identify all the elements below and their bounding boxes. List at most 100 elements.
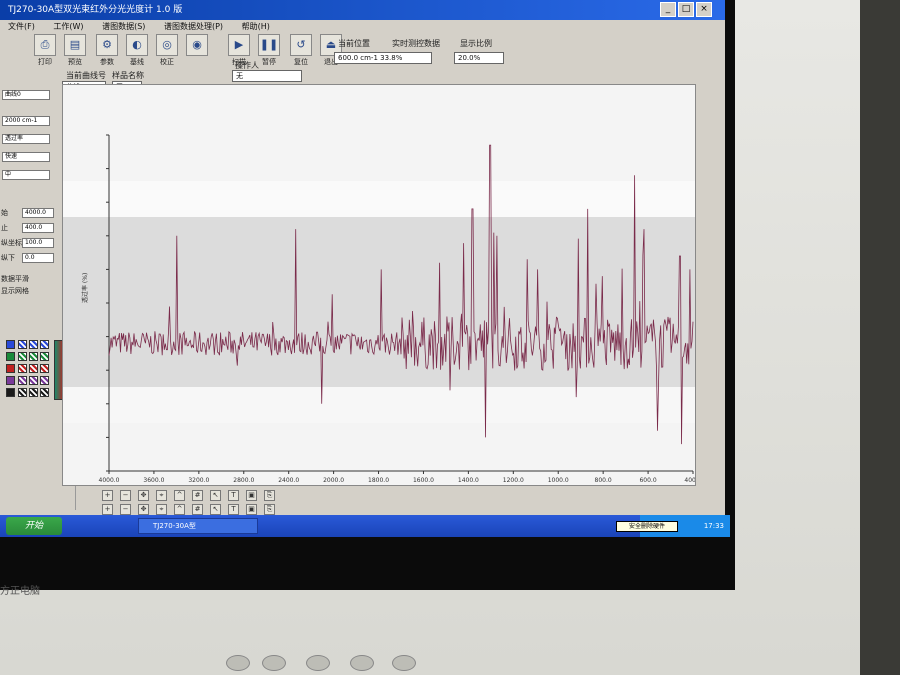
pattern-swatch[interactable] bbox=[29, 340, 38, 349]
menu-data-processing[interactable]: 谱图数据处理(P) bbox=[156, 20, 231, 34]
pan-icon[interactable]: ✥ bbox=[138, 490, 149, 501]
pattern-swatch[interactable] bbox=[40, 352, 49, 361]
preview-button[interactable]: ▤ bbox=[64, 34, 86, 56]
minimize-button[interactable]: _ bbox=[660, 2, 676, 17]
zoom-in-icon[interactable]: + bbox=[102, 490, 113, 501]
close-button[interactable]: × bbox=[696, 2, 712, 17]
monitor-button[interactable] bbox=[262, 655, 286, 671]
pattern-swatch[interactable] bbox=[29, 364, 38, 373]
copy-icon[interactable]: ⎘ bbox=[264, 490, 275, 501]
cursor-icon[interactable]: ↖ bbox=[210, 504, 221, 515]
zoom-in-icon[interactable]: + bbox=[102, 504, 113, 515]
pattern-swatch[interactable] bbox=[29, 388, 38, 397]
speed-select[interactable]: 快速 bbox=[2, 152, 50, 162]
color-swatch[interactable] bbox=[6, 340, 15, 349]
operator-select[interactable]: 无 bbox=[232, 70, 302, 82]
x-tick-label: 600.0 bbox=[639, 477, 656, 484]
monitor-button[interactable] bbox=[350, 655, 374, 671]
monitor-button[interactable] bbox=[306, 655, 330, 671]
reset-icon: ↺ bbox=[296, 38, 306, 51]
pattern-swatch[interactable] bbox=[18, 364, 27, 373]
tool-label: 参数 bbox=[100, 58, 114, 66]
y-upper-label: 纵坐标 bbox=[1, 239, 22, 247]
pan-icon[interactable]: ✥ bbox=[138, 504, 149, 515]
monitor-button[interactable] bbox=[226, 655, 250, 671]
start-field[interactable]: 4000.0 bbox=[22, 208, 54, 218]
scan-icon: ▶ bbox=[234, 38, 244, 51]
x-tick-label: 1200.0 bbox=[503, 477, 524, 484]
monitor-button[interactable] bbox=[392, 655, 416, 671]
pattern-swatch[interactable] bbox=[40, 364, 49, 373]
text-icon[interactable]: T bbox=[228, 490, 239, 501]
grid-icon[interactable]: # bbox=[192, 490, 203, 501]
curve-select[interactable]: 曲线0 bbox=[2, 90, 50, 100]
menu-help[interactable]: 帮助(H) bbox=[234, 20, 278, 34]
sample-label: 样品名称 bbox=[112, 71, 144, 80]
params-button[interactable]: ⚙ bbox=[96, 34, 118, 56]
pattern-swatch[interactable] bbox=[40, 340, 49, 349]
plot-area[interactable]: 4000.0 3600.0 3200.0 2800.0 2400.0 2000.0 1800… bbox=[62, 84, 696, 486]
pattern-swatch[interactable] bbox=[18, 388, 27, 397]
tray-clock: 17:33 bbox=[703, 522, 724, 530]
tool-label: 预览 bbox=[68, 58, 82, 66]
peak-icon[interactable]: ^ bbox=[174, 490, 185, 501]
menu-spectrum-data[interactable]: 谱图数据(S) bbox=[94, 20, 153, 34]
taskbar-app-item[interactable]: TJ270-30A型 bbox=[138, 518, 258, 534]
app-window: TJ270-30A型双光束红外分光光度计 1.0 版 _ □ × 文件(F) 工… bbox=[0, 0, 725, 515]
zoom-out-icon[interactable]: − bbox=[120, 490, 131, 501]
scan-button[interactable]: ▶ bbox=[228, 34, 250, 56]
end-field[interactable]: 400.0 bbox=[22, 223, 54, 233]
pattern-swatch[interactable] bbox=[29, 376, 38, 385]
window-title: TJ270-30A型双光束红外分光光度计 1.0 版 bbox=[8, 5, 183, 15]
maximize-button[interactable]: □ bbox=[678, 2, 694, 17]
tool-label: 基线 bbox=[130, 58, 144, 66]
start-label: 始 bbox=[1, 209, 8, 217]
copy-icon[interactable]: ⎘ bbox=[264, 504, 275, 515]
peak-icon[interactable]: ^ bbox=[174, 504, 185, 515]
mode-select[interactable]: 透过率 bbox=[2, 134, 50, 144]
cursor-icon[interactable]: ↖ bbox=[210, 490, 221, 501]
spectrum-chart: 4000.0 3600.0 3200.0 2800.0 2400.0 2000.0 1800… bbox=[81, 134, 695, 484]
pattern-swatch[interactable] bbox=[18, 340, 27, 349]
crosshair-icon[interactable]: ⌖ bbox=[156, 490, 167, 501]
zoom-out-icon[interactable]: − bbox=[120, 504, 131, 515]
save-icon[interactable]: ▣ bbox=[246, 490, 257, 501]
grid-checkbox[interactable]: 显示网格 bbox=[1, 286, 29, 296]
baseline-button[interactable]: ◐ bbox=[126, 34, 148, 56]
text-icon[interactable]: T bbox=[228, 504, 239, 515]
range-select[interactable]: 2000 cm-1 bbox=[2, 116, 50, 126]
slit-select[interactable]: 中 bbox=[2, 170, 50, 180]
pattern-swatch[interactable] bbox=[18, 352, 27, 361]
smooth-checkbox[interactable]: 数据平滑 bbox=[1, 274, 29, 284]
grid-icon[interactable]: # bbox=[192, 504, 203, 515]
x-tick-label: 800.0 bbox=[595, 477, 612, 484]
x-tick-label: 400.0 bbox=[684, 477, 695, 484]
tray-tooltip: 安全删除硬件 bbox=[616, 521, 678, 532]
pattern-swatch[interactable] bbox=[18, 376, 27, 385]
save-icon[interactable]: ▣ bbox=[246, 504, 257, 515]
monitor-brand-label: 方正电脑 bbox=[0, 586, 40, 597]
pattern-swatch[interactable] bbox=[40, 388, 49, 397]
reset-button[interactable]: ↺ bbox=[290, 34, 312, 56]
params-icon: ⚙ bbox=[102, 38, 112, 51]
printer-button[interactable]: ⎙ bbox=[34, 34, 56, 56]
color-swatch[interactable] bbox=[6, 364, 15, 373]
menu-work[interactable]: 工作(W) bbox=[45, 20, 91, 34]
crosshair-icon[interactable]: ⌖ bbox=[156, 504, 167, 515]
pause-button[interactable]: ❚❚ bbox=[258, 34, 280, 56]
calibrate-button[interactable]: ◎ bbox=[156, 34, 178, 56]
start-button[interactable]: 开始 bbox=[6, 517, 62, 535]
toolbar: ⎙ 打印 ▤ 预览 ⚙ 参数 ◐ 基线 ◎ 校正 ◉ ▶ 扫描 ❚❚ 暂停 ↺ 复位 ⏏ 退出 当前位置 实时测控数据显… bbox=[0, 34, 725, 93]
color-swatch[interactable] bbox=[6, 376, 15, 385]
spectrum-line bbox=[108, 144, 694, 445]
color-swatch[interactable] bbox=[6, 352, 15, 361]
y-lower-field[interactable]: 0.0 bbox=[22, 253, 54, 263]
pattern-swatch[interactable] bbox=[40, 376, 49, 385]
pattern-swatch[interactable] bbox=[29, 352, 38, 361]
pause-icon: ❚❚ bbox=[259, 38, 279, 51]
color-swatch[interactable] bbox=[6, 388, 15, 397]
disk-button[interactable]: ◉ bbox=[186, 34, 208, 56]
printer-icon: ⎙ bbox=[40, 38, 50, 51]
y-upper-field[interactable]: 100.0 bbox=[22, 238, 54, 248]
menu-file[interactable]: 文件(F) bbox=[0, 20, 43, 34]
